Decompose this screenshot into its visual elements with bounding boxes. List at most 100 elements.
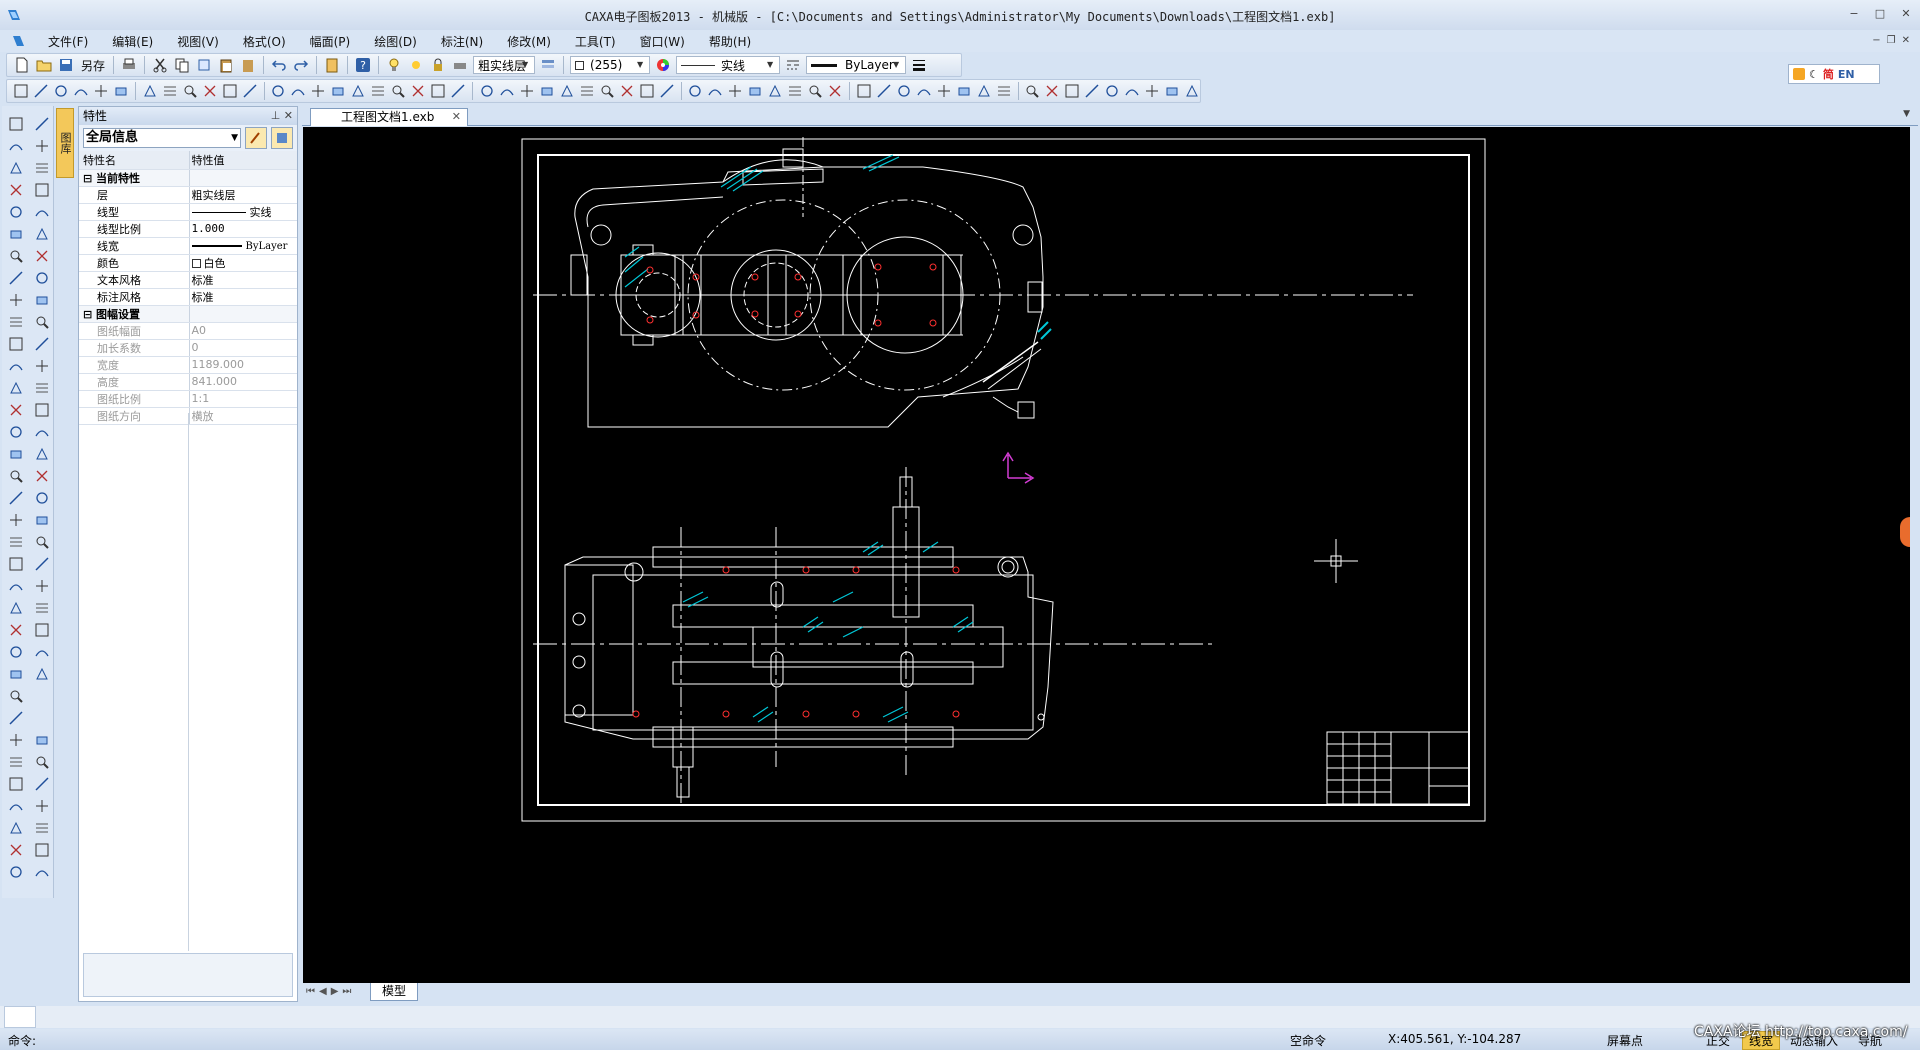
drawing-tool-icon[interactable] <box>1104 82 1120 100</box>
linetype-manager-icon[interactable] <box>784 56 802 74</box>
collapse-icon[interactable]: ⊟ <box>83 308 96 321</box>
drawing-tool-icon[interactable] <box>599 82 615 100</box>
library-side-tab[interactable]: 图库 <box>56 108 74 178</box>
menu-view[interactable]: 视图(V) <box>165 33 231 50</box>
property-value[interactable]: 1.000 <box>189 220 297 238</box>
draw-tool-icon[interactable] <box>34 512 52 530</box>
draw-tool-icon[interactable] <box>34 666 52 684</box>
property-row[interactable]: 文本风格 标准 <box>79 271 297 289</box>
drawing-tool-icon[interactable] <box>290 82 306 100</box>
tab-list-dropdown-icon[interactable]: ▼ <box>1903 109 1910 119</box>
draw-tool-icon[interactable] <box>8 160 26 178</box>
model-tab[interactable]: 模型 <box>370 983 418 1001</box>
drawing-tool-icon[interactable] <box>787 82 803 100</box>
draw-tool-icon[interactable] <box>34 292 52 310</box>
draw-tool-icon[interactable] <box>34 864 52 882</box>
scroll-handle[interactable] <box>1900 517 1910 547</box>
draw-tool-icon[interactable] <box>34 138 52 156</box>
menu-help[interactable]: 帮助(H) <box>697 33 763 50</box>
drawing-tool-icon[interactable] <box>242 82 258 100</box>
menu-modify[interactable]: 修改(M) <box>495 33 563 50</box>
drawing-tool-icon[interactable] <box>996 82 1012 100</box>
draw-tool-icon[interactable] <box>8 666 26 684</box>
draw-tool-icon[interactable] <box>34 358 52 376</box>
drawing-tool-icon[interactable] <box>1144 82 1160 100</box>
draw-tool-icon[interactable] <box>34 556 52 574</box>
drawing-tool-icon[interactable] <box>659 82 675 100</box>
draw-tool-icon[interactable] <box>34 732 52 750</box>
draw-tool-icon[interactable] <box>8 842 26 860</box>
drawing-tool-icon[interactable] <box>639 82 655 100</box>
draw-tool-icon[interactable] <box>34 534 52 552</box>
draw-tool-icon[interactable] <box>8 336 26 354</box>
paste-special-icon[interactable] <box>239 56 257 74</box>
draw-tool-icon[interactable] <box>8 578 26 596</box>
drawing-tool-icon[interactable] <box>33 82 49 100</box>
collapse-icon[interactable]: ⊟ <box>83 172 96 185</box>
draw-tool-icon[interactable] <box>34 182 52 200</box>
property-row[interactable]: 层粗实线层 <box>79 186 297 204</box>
draw-tool-icon[interactable] <box>34 600 52 618</box>
cut-icon[interactable] <box>151 56 169 74</box>
draw-tool-icon[interactable] <box>34 622 52 640</box>
menu-dimension[interactable]: 标注(N) <box>429 33 495 50</box>
drawing-tool-icon[interactable] <box>73 82 89 100</box>
layer-bulb-icon[interactable] <box>385 56 403 74</box>
drawing-tool-icon[interactable] <box>956 82 972 100</box>
draw-tool-icon[interactable] <box>34 248 52 266</box>
drawing-tool-icon[interactable] <box>579 82 595 100</box>
draw-tool-icon[interactable] <box>8 182 26 200</box>
drawing-tool-icon[interactable] <box>1164 82 1180 100</box>
drawing-tool-icon[interactable] <box>202 82 218 100</box>
linewidth-select[interactable]: ByLayer ▼ <box>806 56 907 74</box>
drawing-tool-icon[interactable] <box>430 82 446 100</box>
layer-sun-icon[interactable] <box>407 56 425 74</box>
draw-tool-icon[interactable] <box>34 446 52 464</box>
property-row[interactable]: 线型比例 1.000 <box>79 220 297 238</box>
drawing-tool-icon[interactable] <box>916 82 932 100</box>
layout-nav-arrows-icon[interactable]: ⏮◀▶⏭ <box>306 986 355 997</box>
drawing-tool-icon[interactable] <box>856 82 872 100</box>
property-value[interactable]: 标准 <box>189 288 297 306</box>
draw-tool-icon[interactable] <box>8 644 26 662</box>
clipboard-icon[interactable] <box>323 56 341 74</box>
close-icon[interactable]: ✕ <box>452 109 461 125</box>
draw-tool-icon[interactable] <box>8 732 26 750</box>
property-value[interactable]: 标准 <box>189 271 297 289</box>
print-icon[interactable] <box>120 56 138 74</box>
color-select[interactable]: (255) ▼ <box>570 56 651 74</box>
draw-tool-icon[interactable] <box>34 226 52 244</box>
copy-icon[interactable] <box>173 56 191 74</box>
drawing-tool-icon[interactable] <box>767 82 783 100</box>
linetype-select[interactable]: 实线 ▼ <box>676 56 781 74</box>
draw-tool-icon[interactable] <box>34 820 52 838</box>
drawing-tool-icon[interactable] <box>619 82 635 100</box>
draw-tool-icon[interactable] <box>8 204 26 222</box>
property-row[interactable]: 颜色 白色 <box>79 254 297 272</box>
new-file-icon[interactable] <box>13 56 31 74</box>
drawing-tool-icon[interactable] <box>876 82 892 100</box>
doc-minimize-icon[interactable]: − <box>1872 35 1880 46</box>
draw-tool-icon[interactable] <box>8 226 26 244</box>
menu-file[interactable]: 文件(F) <box>36 33 100 50</box>
quick-select-button[interactable] <box>245 127 267 149</box>
close-icon[interactable]: ✕ <box>284 109 293 122</box>
command-history-box[interactable] <box>4 1006 36 1028</box>
draw-tool-icon[interactable] <box>34 160 52 178</box>
draw-tool-icon[interactable] <box>8 468 26 486</box>
draw-tool-icon[interactable] <box>34 644 52 662</box>
drawing-tool-icon[interactable] <box>1084 82 1100 100</box>
drawing-tool-icon[interactable] <box>1184 82 1200 100</box>
drawing-tool-icon[interactable] <box>1124 82 1140 100</box>
doc-restore-icon[interactable]: ❐ <box>1887 35 1896 46</box>
open-folder-icon[interactable] <box>35 56 53 74</box>
menu-draw[interactable]: 绘图(D) <box>362 33 429 50</box>
section-sheet-settings[interactable]: ⊟ 图幅设置 <box>79 305 297 323</box>
draw-tool-icon[interactable] <box>8 424 26 442</box>
drawing-tool-icon[interactable] <box>499 82 515 100</box>
draw-tool-icon[interactable] <box>8 534 26 552</box>
snap-mode[interactable]: 屏幕点 <box>1607 1032 1643 1049</box>
drawing-tool-icon[interactable] <box>53 82 69 100</box>
linewidth-manager-icon[interactable] <box>910 56 928 74</box>
drawing-tool-icon[interactable] <box>976 82 992 100</box>
